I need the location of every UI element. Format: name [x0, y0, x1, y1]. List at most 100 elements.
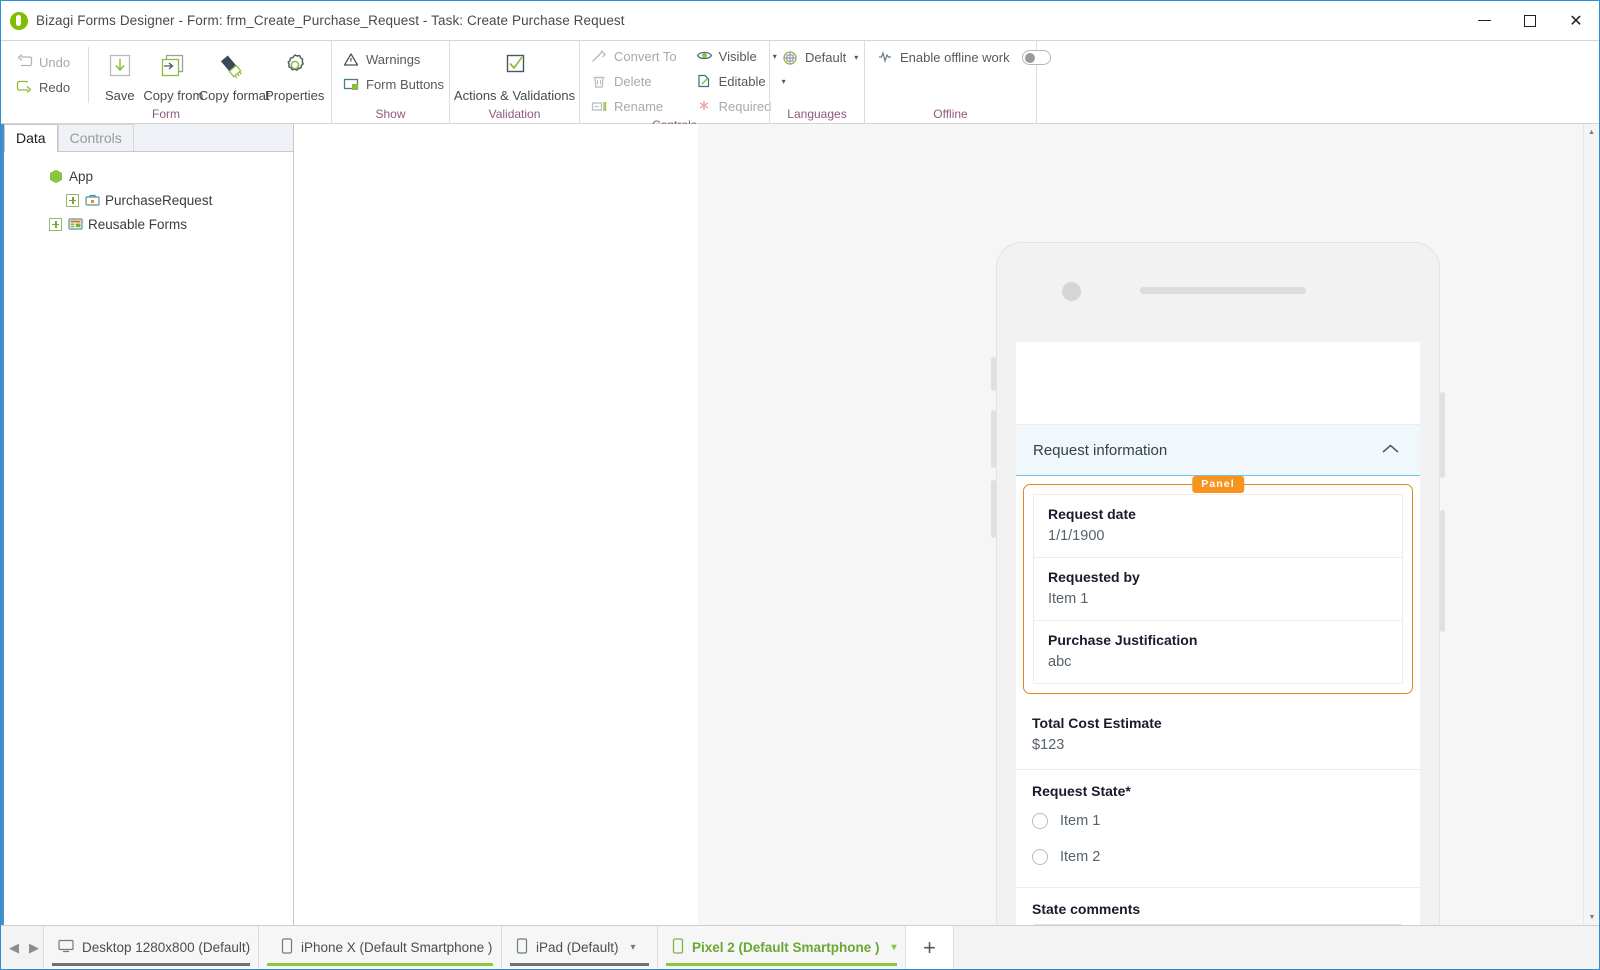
copy-from-icon: [158, 50, 188, 84]
close-icon[interactable]: ✕: [1553, 1, 1599, 40]
save-icon: [106, 50, 134, 84]
properties-gear-icon: [280, 50, 310, 84]
field-label: Total Cost Estimate: [1032, 715, 1162, 731]
radio-button-icon[interactable]: [1032, 849, 1048, 865]
chevron-down-icon[interactable]: ▾: [631, 942, 636, 953]
minimize-icon[interactable]: [1461, 1, 1507, 40]
panel-badge: Panel: [1192, 476, 1244, 493]
tab-controls[interactable]: Controls: [57, 124, 134, 151]
copy-from-button[interactable]: Copy from: [143, 47, 204, 103]
device-nav-arrows: ◀ ▶: [1, 926, 43, 969]
device-tab-desktop[interactable]: Desktop 1280x800 (Default) ▾: [43, 926, 267, 969]
field-request-date[interactable]: Request date 1/1/1900: [1034, 495, 1402, 558]
undo-button[interactable]: Undo: [13, 52, 76, 73]
expand-icon[interactable]: [66, 193, 79, 207]
canvas-background: [294, 124, 698, 925]
convert-to-button[interactable]: Convert To: [588, 46, 683, 67]
next-arrow-icon[interactable]: ▶: [29, 940, 39, 956]
application-window: Bizagi Forms Designer - Form: frm_Create…: [0, 0, 1600, 970]
scroll-down-icon[interactable]: ▼: [1584, 909, 1599, 925]
ribbon-group-label-show: Show: [375, 107, 406, 121]
radio-label: Item 2: [1060, 849, 1101, 865]
phone-button-right-1: [1440, 392, 1445, 478]
pencil-page-icon: [696, 74, 713, 90]
redo-label: Redo: [39, 79, 71, 95]
ribbon-group-form: Undo Redo Save Copy from Copy format Pro…: [1, 41, 331, 125]
offline-toggle-switch[interactable]: [1021, 50, 1051, 65]
add-device-tab-button[interactable]: +: [905, 926, 953, 969]
rename-icon: [591, 99, 608, 115]
chevron-down-icon[interactable]: ▾: [852, 53, 858, 62]
section-header-request-information[interactable]: Request information: [1016, 425, 1420, 476]
device-tab-pixel-2[interactable]: Pixel 2 (Default Smartphone ) ▾: [657, 926, 905, 969]
enable-offline-work-toggle[interactable]: Enable offline work: [873, 47, 1057, 68]
delete-button[interactable]: Delete: [588, 71, 683, 92]
copy-format-button[interactable]: Copy format: [199, 47, 270, 103]
state-comments-textarea[interactable]: abc: [1032, 924, 1404, 925]
actions-validations-button[interactable]: Actions & Validations: [454, 47, 575, 103]
offline-icon: [877, 50, 894, 66]
form-canvas[interactable]: Request information Panel Request date 1…: [294, 124, 1599, 925]
panel-container: Panel Request date 1/1/1900 Requested by…: [1016, 476, 1420, 694]
copy-from-label: Copy from: [143, 87, 204, 103]
chevron-down-icon[interactable]: ▾: [892, 942, 897, 953]
field-state-comments[interactable]: State comments abc: [1016, 887, 1420, 925]
radio-option-item-1[interactable]: Item 1: [1032, 813, 1404, 829]
ribbon-group-label-validation: Validation: [488, 107, 541, 121]
field-request-state[interactable]: Request State* Item 1 Item 2: [1016, 769, 1420, 887]
device-tab-ipad[interactable]: iPad (Default) ▾: [501, 926, 657, 969]
hexagon-icon: [49, 169, 63, 184]
bizagi-logo-icon: [10, 11, 28, 30]
maximize-icon[interactable]: [1507, 1, 1553, 40]
field-label: Request date: [1048, 506, 1136, 522]
panel-tabstrip: Data Controls: [4, 124, 293, 152]
convert-to-icon: [591, 49, 608, 65]
form-buttons-label: Form Buttons: [366, 77, 445, 92]
form-buttons-icon: [343, 77, 360, 93]
eye-icon: [696, 49, 713, 65]
phone-button-left-3: [991, 480, 996, 538]
device-tab-iphone-x[interactable]: iPhone X (Default Smartphone ) ▾: [258, 926, 509, 969]
actions-validations-label: Actions & Validations: [453, 87, 576, 103]
panel-fields-card: Request date 1/1/1900 Requested by Item …: [1033, 494, 1403, 684]
editable-dropdown[interactable]: Editable ▾: [693, 71, 786, 92]
redo-button[interactable]: Redo: [13, 77, 76, 98]
entity-icon: [85, 193, 100, 208]
field-requested-by[interactable]: Requested by Item 1: [1034, 558, 1402, 621]
title-bar: Bizagi Forms Designer - Form: frm_Create…: [1, 1, 1599, 40]
panel-control[interactable]: Panel Request date 1/1/1900 Requested by…: [1023, 476, 1413, 694]
save-button[interactable]: Save: [95, 47, 145, 103]
device-tab-label: Pixel 2 (Default Smartphone ): [692, 940, 880, 955]
field-total-cost-estimate[interactable]: Total Cost Estimate $123: [1016, 702, 1420, 769]
globe-icon: [782, 50, 799, 66]
ribbon-group-validation: Actions & Validations Validation: [449, 41, 579, 125]
properties-button[interactable]: Properties: [265, 47, 324, 103]
field-label: Requested by: [1048, 569, 1140, 585]
language-dropdown[interactable]: Default ▾: [778, 47, 864, 68]
ribbon-group-controls: Convert To Delete Rename Visible ▾ Edita…: [579, 41, 786, 132]
warnings-button[interactable]: Warnings: [340, 49, 450, 70]
checkmark-box-icon: [500, 50, 530, 84]
radio-option-item-2[interactable]: Item 2: [1032, 849, 1404, 865]
tree-node-reusable-forms[interactable]: Reusable Forms: [4, 212, 293, 236]
rename-label: Rename: [614, 99, 664, 114]
phone-icon: [281, 938, 293, 957]
data-tree: App PurchaseRequest Reusable Forms: [4, 152, 293, 925]
ribbon-group-label-form: Form: [152, 107, 180, 121]
form-buttons-button[interactable]: Form Buttons: [340, 74, 450, 95]
tree-node-app[interactable]: App: [4, 164, 293, 188]
tree-node-purchaserequest[interactable]: PurchaseRequest: [4, 188, 293, 212]
tab-data[interactable]: Data: [4, 124, 58, 152]
radio-button-icon[interactable]: [1032, 813, 1048, 829]
scroll-up-icon[interactable]: ▲: [1584, 124, 1599, 140]
canvas-vertical-scrollbar[interactable]: ▲ ▼: [1583, 124, 1599, 925]
prev-arrow-icon[interactable]: ◀: [9, 940, 19, 956]
required-button[interactable]: Required: [693, 96, 779, 117]
warning-triangle-icon: [343, 52, 360, 68]
visible-dropdown[interactable]: Visible ▾: [693, 46, 779, 67]
chevron-up-icon[interactable]: [1381, 442, 1400, 459]
rename-button[interactable]: Rename: [588, 96, 683, 117]
expand-icon[interactable]: [49, 217, 62, 231]
field-purchase-justification[interactable]: Purchase Justification abc: [1034, 621, 1402, 683]
field-label: Request State*: [1032, 783, 1131, 799]
